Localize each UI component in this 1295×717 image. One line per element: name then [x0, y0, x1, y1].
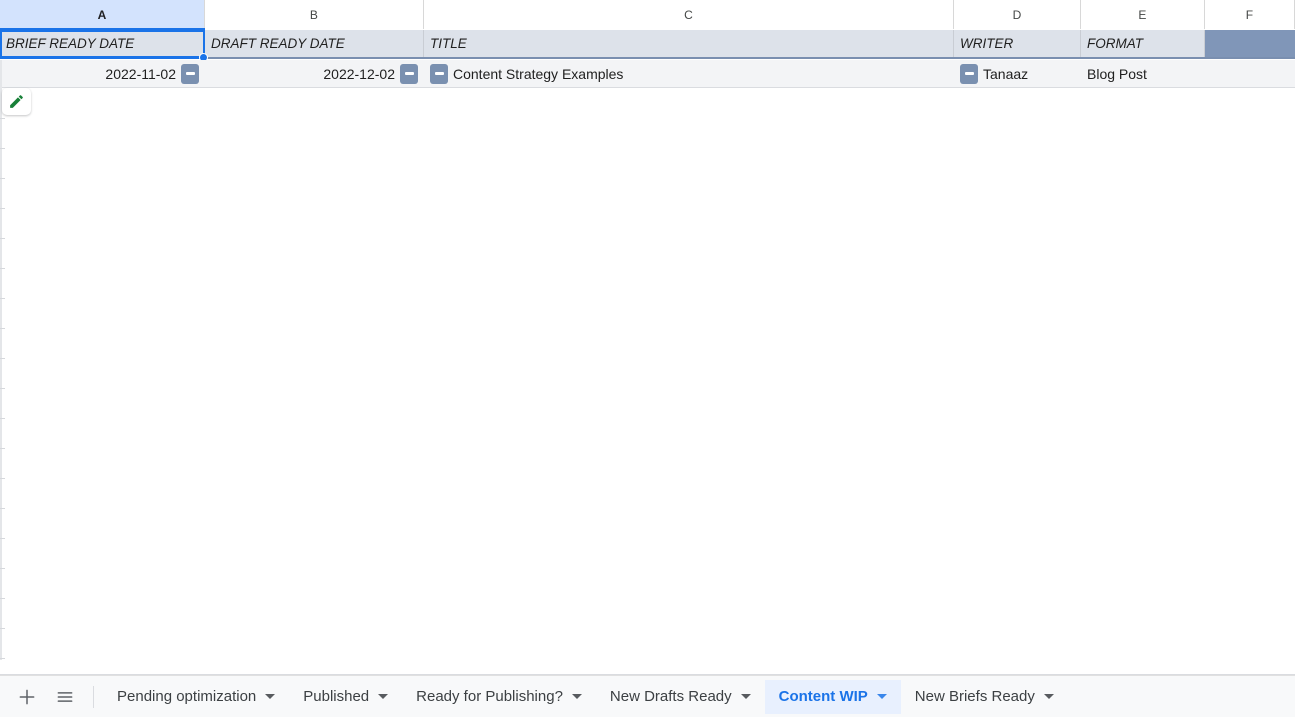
data-cell[interactable]: Blog Post [1081, 60, 1205, 87]
sheet-tab-bar: Pending optimization Published Ready for P… [0, 675, 1295, 717]
column-header-c[interactable]: C [424, 0, 954, 29]
column-header-label: E [1138, 7, 1147, 22]
row-tick [0, 658, 5, 659]
pencil-icon [10, 95, 23, 108]
header-cell-title[interactable]: TITLE [424, 30, 954, 57]
cell-value: 2022-12-02 [323, 65, 395, 82]
row-tick [0, 388, 5, 389]
data-cell[interactable]: Tanaaz [954, 60, 1081, 87]
sheet-tab-label: New Briefs Ready [914, 688, 1035, 705]
header-cell-format[interactable]: FORMAT [1081, 30, 1205, 57]
grid-bottom-edge [0, 674, 1295, 675]
sheet-tab-published[interactable]: Published [289, 680, 402, 714]
sheet-tab-ready-for-publishing-[interactable]: Ready for Publishing? [402, 680, 596, 714]
sheet-tab-new-briefs-ready[interactable]: New Briefs Ready [901, 680, 1068, 714]
row-tick [0, 598, 5, 599]
chevron-down-icon[interactable] [378, 694, 389, 699]
column-header-d[interactable]: D [954, 0, 1081, 29]
chevron-down-icon[interactable] [571, 694, 582, 699]
column-header-row: A B C D E F [0, 0, 1295, 29]
hamburger-menu-icon [57, 691, 73, 702]
column-header-label: B [309, 7, 319, 22]
spreadsheet-app: ABCDEF BRIEF READY DATE DRAFT READY DATE T… [0, 0, 1295, 717]
data-cell[interactable]: 2022-11-02 [0, 60, 205, 87]
collapse-minus-icon[interactable] [400, 63, 418, 84]
row-tick [0, 148, 5, 149]
row-tick [0, 508, 5, 509]
chevron-down-icon[interactable] [265, 694, 276, 699]
collapse-minus-icon[interactable] [181, 63, 199, 84]
row-tick [0, 358, 5, 359]
row-tick [0, 178, 5, 179]
spreadsheet-grid[interactable]: ABCDEF BRIEF READY DATE DRAFT READY DATE T… [0, 0, 1295, 675]
header-cell-brief-ready-date[interactable]: BRIEF READY DATE [0, 30, 205, 57]
sheet-tab-pending-optimization[interactable]: Pending optimization [103, 680, 289, 714]
freeze-divider-selected [0, 57, 205, 59]
column-header-e[interactable]: E [1081, 0, 1205, 29]
header-cell-writer[interactable]: WRITER [954, 30, 1081, 57]
row-gutter [0, 60, 2, 660]
row-tick [0, 478, 5, 479]
edit-pencil-button[interactable] [2, 88, 31, 115]
column-header-label: F [1245, 7, 1254, 22]
cell-value: Content Strategy Examples [453, 65, 624, 82]
chevron-down-icon[interactable] [740, 694, 751, 699]
sheet-tab-content-wip[interactable]: Content WIP [764, 679, 901, 714]
row-tick [0, 118, 5, 119]
row-tick [0, 328, 5, 329]
column-header-label: A [97, 7, 107, 22]
collapse-minus-icon[interactable] [960, 63, 978, 84]
frozen-header-row: BRIEF READY DATE DRAFT READY DATE TITLE WRI… [0, 30, 1295, 57]
sheet-tab-label: Ready for Publishing? [416, 688, 563, 705]
row-tick [0, 568, 5, 569]
cell-value: 2022-11-02 [105, 65, 176, 82]
column-header-f[interactable]: F [1205, 0, 1295, 29]
collapse-minus-icon[interactable] [430, 63, 448, 84]
row-tick [0, 418, 5, 419]
sheet-tab-label: Content WIP [778, 688, 868, 705]
table-row[interactable]: 2022-11-02 2022-12-02 Content Strategy Exa… [0, 60, 1295, 88]
plus-icon [19, 689, 35, 704]
row-tick [0, 538, 5, 539]
column-header-label: D [1012, 7, 1022, 22]
column-header-b[interactable]: B [205, 0, 424, 29]
header-row-tail-fill [1205, 30, 1295, 58]
row-tick [0, 268, 5, 269]
chevron-down-icon[interactable] [1043, 694, 1054, 699]
row-tick [0, 208, 5, 209]
row-tick [0, 298, 5, 299]
column-a-selection-underline [0, 28, 205, 30]
sheet-tab-label: Pending optimization [117, 688, 257, 705]
row-tick [0, 448, 5, 449]
cell-value: Blog Post [1087, 65, 1147, 82]
row-tick [0, 628, 5, 629]
column-header-label: C [684, 7, 693, 22]
data-cell[interactable]: Content Strategy Examples [424, 60, 954, 87]
column-header-a[interactable]: A [0, 0, 205, 29]
sheet-tab-label: New Drafts Ready [609, 688, 732, 705]
header-cell-draft-ready-date[interactable]: DRAFT READY DATE [205, 30, 424, 57]
cell-value: Tanaaz [983, 65, 1029, 82]
sheet-tabs: Pending optimization Published Ready for P… [103, 679, 1068, 714]
sheet-tab-label: Published [303, 688, 370, 705]
all-sheets-button[interactable] [46, 680, 84, 714]
chevron-down-icon[interactable] [876, 694, 887, 699]
add-sheet-button[interactable] [8, 680, 46, 714]
sheet-tab-new-drafts-ready[interactable]: New Drafts Ready [596, 680, 765, 714]
toolbar-divider [93, 685, 94, 708]
data-cell[interactable] [1205, 60, 1295, 87]
row-tick [0, 238, 5, 239]
data-cell[interactable]: 2022-12-02 [205, 60, 424, 87]
